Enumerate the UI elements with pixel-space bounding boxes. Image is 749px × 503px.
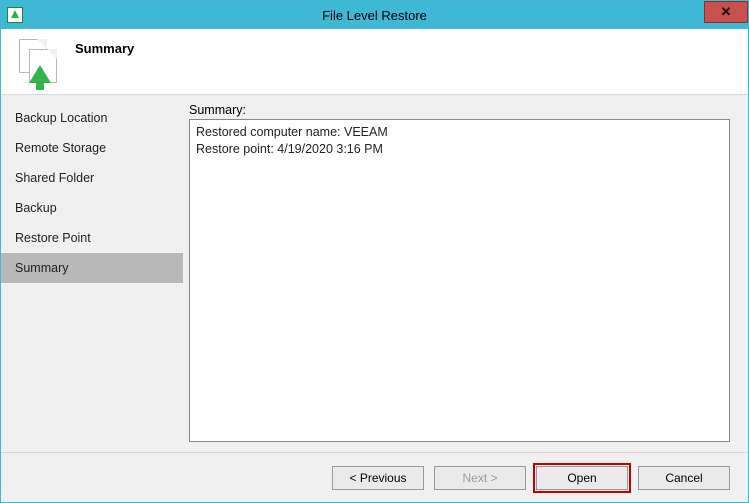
sidebar-item-label: Summary bbox=[15, 261, 68, 275]
close-button[interactable]: ✕ bbox=[704, 1, 748, 23]
summary-line: Restore point: 4/19/2020 3:16 PM bbox=[196, 141, 723, 158]
sidebar-item-label: Backup Location bbox=[15, 111, 107, 125]
summary-line: Restored computer name: VEEAM bbox=[196, 124, 723, 141]
sidebar-item-label: Restore Point bbox=[15, 231, 91, 245]
button-label: Open bbox=[567, 471, 596, 485]
wizard-body: Backup Location Remote Storage Shared Fo… bbox=[1, 95, 748, 452]
wizard-window: File Level Restore ✕ Summary Backup Loca… bbox=[0, 0, 749, 503]
sidebar-item-restore-point[interactable]: Restore Point bbox=[1, 223, 183, 253]
close-icon: ✕ bbox=[721, 4, 732, 20]
next-button: Next > bbox=[434, 466, 526, 490]
sidebar-item-label: Backup bbox=[15, 201, 57, 215]
sidebar-item-backup[interactable]: Backup bbox=[1, 193, 183, 223]
sidebar-item-remote-storage[interactable]: Remote Storage bbox=[1, 133, 183, 163]
titlebar: File Level Restore ✕ bbox=[1, 1, 748, 29]
wizard-steps-sidebar: Backup Location Remote Storage Shared Fo… bbox=[1, 95, 183, 452]
sidebar-item-shared-folder[interactable]: Shared Folder bbox=[1, 163, 183, 193]
sidebar-item-label: Remote Storage bbox=[15, 141, 106, 155]
summary-textbox[interactable]: Restored computer name: VEEAM Restore po… bbox=[189, 119, 730, 442]
previous-button[interactable]: < Previous bbox=[332, 466, 424, 490]
sidebar-item-backup-location[interactable]: Backup Location bbox=[1, 103, 183, 133]
page-title: Summary bbox=[75, 41, 134, 56]
button-label: < Previous bbox=[349, 471, 406, 485]
sidebar-item-label: Shared Folder bbox=[15, 171, 94, 185]
window-title: File Level Restore bbox=[322, 8, 427, 23]
open-button[interactable]: Open bbox=[536, 466, 628, 490]
wizard-header: Summary bbox=[1, 29, 748, 95]
cancel-button[interactable]: Cancel bbox=[638, 466, 730, 490]
wizard-footer: < Previous Next > Open Cancel bbox=[1, 452, 748, 502]
summary-label: Summary: bbox=[189, 103, 730, 117]
main-pane: Summary: Restored computer name: VEEAM R… bbox=[183, 95, 748, 452]
button-label: Next > bbox=[462, 471, 497, 485]
button-label: Cancel bbox=[665, 471, 702, 485]
sidebar-item-summary[interactable]: Summary bbox=[1, 253, 183, 283]
app-icon bbox=[7, 7, 23, 23]
restore-icon bbox=[15, 39, 61, 85]
